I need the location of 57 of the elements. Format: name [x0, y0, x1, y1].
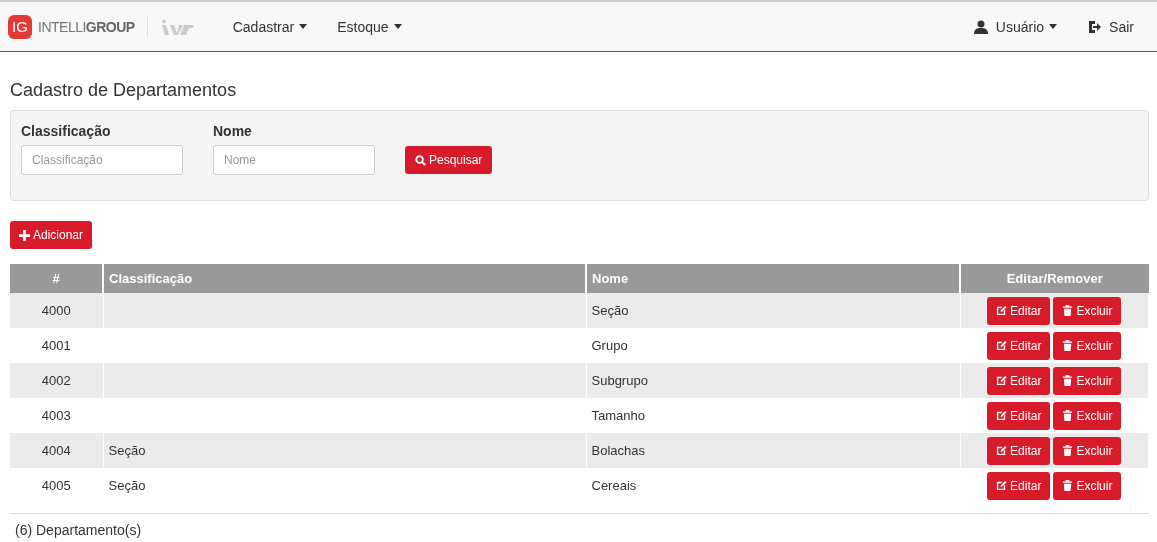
edit-icon — [996, 340, 1008, 351]
page-title: Cadastro de Departamentos — [10, 80, 238, 101]
logo-text: INTELLIGROUP — [38, 18, 135, 35]
edit-icon — [996, 480, 1008, 491]
input-field[interactable]: Nome — [213, 145, 375, 175]
table-cell: 4000 — [10, 293, 103, 328]
column-header: Editar/Remover — [960, 264, 1149, 293]
column-header: Nome — [586, 264, 960, 293]
table-cell: Seção — [103, 433, 586, 468]
trash-icon — [1062, 445, 1074, 456]
field-label: Classificação — [21, 123, 112, 139]
trash-icon — [1062, 480, 1074, 491]
delete-button[interactable]: Excluir — [1053, 471, 1122, 500]
delete-button[interactable]: Excluir — [1053, 366, 1122, 395]
logout-link[interactable]: Sair — [1072, 18, 1149, 35]
trash-icon — [1062, 340, 1074, 351]
input-field[interactable]: Classificação — [21, 145, 183, 175]
delete-button[interactable]: Excluir — [1053, 296, 1122, 325]
plus-icon — [19, 229, 30, 241]
table-cell: Cereais — [586, 468, 960, 503]
field-label: Nome — [213, 123, 253, 139]
table-cell: Seção — [103, 468, 586, 503]
trash-icon — [1062, 375, 1074, 386]
edit-icon — [996, 445, 1008, 456]
logo-mark-icon — [159, 18, 194, 35]
search-button[interactable]: Pesquisar — [405, 146, 493, 174]
delete-button[interactable]: Excluir — [1053, 401, 1122, 430]
edit-button[interactable]: Editar — [987, 331, 1051, 360]
column-header: Classificação — [103, 264, 586, 293]
edit-button[interactable]: Editar — [987, 296, 1051, 325]
edit-icon — [996, 305, 1008, 316]
trash-icon — [1062, 410, 1074, 421]
table-cell: Bolachas — [586, 433, 960, 468]
logout-icon — [1087, 19, 1102, 34]
add-button[interactable]: Adicionar — [10, 221, 93, 249]
menu-link[interactable]: Cadastrar — [217, 18, 323, 35]
column-header: # — [10, 264, 103, 293]
search-icon — [415, 154, 426, 166]
table-cell: 4004 — [10, 433, 103, 468]
user-menu[interactable]: Usuário — [958, 18, 1073, 35]
edit-button[interactable]: Editar — [987, 366, 1051, 395]
user-icon — [973, 19, 988, 34]
table-cell: 4005 — [10, 468, 103, 503]
table-cell: Seção — [586, 293, 960, 328]
edit-button[interactable]: Editar — [987, 436, 1051, 465]
edit-icon — [996, 410, 1008, 421]
record-count: (6) Departamento(s) — [10, 513, 1149, 542]
trash-icon — [1062, 305, 1074, 316]
logo-badge: IG — [8, 14, 32, 39]
edit-icon — [996, 375, 1008, 386]
edit-button[interactable]: Editar — [987, 401, 1051, 430]
menu-link[interactable]: Estoque — [322, 18, 417, 35]
edit-button[interactable]: Editar — [987, 471, 1051, 500]
table-cell: Subgrupo — [586, 363, 960, 398]
delete-button[interactable]: Excluir — [1053, 331, 1122, 360]
delete-button[interactable]: Excluir — [1053, 436, 1122, 465]
table-cell: 4002 — [10, 363, 103, 398]
